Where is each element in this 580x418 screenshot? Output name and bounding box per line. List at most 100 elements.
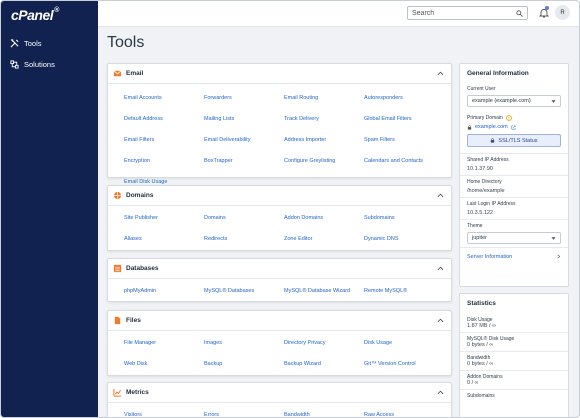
tool-link[interactable]: MySQL® Database Wizard: [284, 280, 364, 301]
tool-link[interactable]: Images: [204, 332, 284, 353]
ssl-button-label: SSL/TLS Status: [498, 137, 538, 144]
primary-domain-label-row: Primary Domain: [467, 115, 561, 121]
chevron-up-icon[interactable]: [437, 265, 444, 272]
tool-link[interactable]: File Manager: [124, 332, 204, 353]
home-directory-value: /home/example: [467, 188, 505, 194]
statistics-panel: Statistics Disk Usage 1.87 MB / ∞ MySQL®…: [459, 293, 569, 417]
tool-link[interactable]: Site Publisher: [124, 207, 204, 228]
sidebar-item-solutions[interactable]: Solutions: [10, 60, 55, 69]
sidebar-item-label: Tools: [24, 39, 42, 48]
tool-link[interactable]: Email Accounts: [124, 87, 204, 108]
tool-link[interactable]: Default Address: [124, 108, 204, 129]
logo-text: cPanel: [11, 7, 54, 23]
section-domains: Domains Site Publisher Domains Addon Dom…: [107, 185, 452, 251]
chevron-up-icon[interactable]: [437, 70, 444, 77]
stat-item: MySQL® Disk Usage 0 bytes / ∞: [460, 332, 568, 351]
tool-link[interactable]: Backup: [204, 353, 284, 374]
sidebar-item-label: Solutions: [24, 60, 55, 69]
server-information-link[interactable]: Server Information: [460, 247, 568, 265]
chevron-up-icon[interactable]: [437, 317, 444, 324]
tool-link[interactable]: Aliases: [124, 228, 204, 249]
section-header[interactable]: Databases: [108, 259, 451, 279]
tool-link[interactable]: Domains: [204, 207, 284, 228]
lock-icon: [467, 124, 472, 130]
chevron-up-icon[interactable]: [437, 389, 444, 396]
tool-link[interactable]: Addon Domains: [284, 207, 364, 228]
tool-link[interactable]: Calendars and Contacts: [364, 150, 454, 171]
caret-down-icon: [551, 99, 556, 103]
section-email: Email Email Accounts Forwarders Email Ro…: [107, 63, 454, 185]
primary-domain-label: Primary Domain: [467, 115, 503, 121]
domains-icon: [113, 191, 122, 200]
tool-link[interactable]: MySQL® Databases: [204, 280, 284, 301]
tool-link[interactable]: Autoresponders: [364, 87, 454, 108]
tool-link[interactable]: Zone Editor: [284, 228, 364, 249]
stat-value: 0 / ∞: [467, 380, 479, 386]
stat-value: 0 bytes / ∞: [467, 342, 494, 348]
home-directory-section: Home Directory /home/example: [460, 175, 568, 197]
caret-down-icon: [551, 236, 556, 240]
sidebar: cPanel® Tools Solutions: [1, 1, 98, 417]
shared-ip-label: Shared IP Address: [467, 157, 509, 163]
tool-link[interactable]: Backup Wizard: [284, 353, 364, 374]
solutions-icon: [10, 60, 19, 69]
section-header[interactable]: Domains: [108, 186, 451, 206]
theme-label: Theme: [467, 223, 483, 229]
section-files: Files File Manager Images Directory Priv…: [107, 310, 452, 376]
last-login-section: Last Login IP Address 10.3.5.122: [460, 197, 568, 219]
tool-link[interactable]: Email Deliverability: [204, 129, 284, 150]
stat-value: 1.87 MB / ∞: [467, 323, 496, 329]
section-header[interactable]: Email: [108, 64, 451, 84]
warning-icon[interactable]: [505, 115, 512, 121]
tool-link[interactable]: Visitors: [124, 404, 204, 418]
search-placeholder: Search: [412, 9, 435, 17]
metrics-icon: [113, 388, 122, 397]
section-title: Domains: [126, 192, 154, 199]
stat-item: Bandwidth 0 bytes / ∞: [460, 351, 568, 370]
tool-link[interactable]: Raw Access: [364, 404, 454, 418]
tool-link[interactable]: phpMyAdmin: [124, 280, 204, 301]
tool-link[interactable]: Disk Usage: [364, 332, 454, 353]
tool-link[interactable]: Bandwidth: [284, 404, 364, 418]
search-icon: [516, 9, 523, 17]
tool-link[interactable]: Track Delivery: [284, 108, 364, 129]
search-input[interactable]: Search: [407, 6, 528, 20]
tool-link[interactable]: Web Disk: [124, 353, 204, 374]
shared-ip-value: 10.1.37.90: [467, 166, 493, 172]
current-user-select[interactable]: example (example.com): [467, 95, 561, 107]
tool-link[interactable]: Address Importer: [284, 129, 364, 150]
tool-link[interactable]: Dynamic DNS: [364, 228, 454, 249]
ssl-tls-status-button[interactable]: SSL/TLS Status: [467, 134, 561, 147]
tool-link[interactable]: BoxTrapper: [204, 150, 284, 171]
tool-link[interactable]: Directory Privacy: [284, 332, 364, 353]
section-metrics: Metrics Visitors Errors Bandwidth Raw Ac…: [107, 382, 454, 418]
tool-link[interactable]: Errors: [204, 404, 284, 418]
tool-link[interactable]: Mailing Lists: [204, 108, 284, 129]
primary-domain-link[interactable]: example.com: [467, 124, 561, 130]
chevron-up-icon[interactable]: [437, 192, 444, 199]
cpanel-logo[interactable]: cPanel®: [11, 7, 59, 23]
app-frame: cPanel® Tools Solutions Search R Tools E…: [0, 0, 580, 418]
general-information-panel: General Information Current User example…: [459, 63, 569, 287]
tool-link[interactable]: Redirects: [204, 228, 284, 249]
tool-link[interactable]: Forwarders: [204, 87, 284, 108]
tool-link[interactable]: Subdomains: [364, 207, 454, 228]
section-header[interactable]: Files: [108, 311, 451, 331]
tool-link[interactable]: Remote MySQL®: [364, 280, 454, 301]
tool-link[interactable]: Global Email Filters: [364, 108, 454, 129]
current-user-value: example (example.com): [472, 98, 531, 104]
avatar[interactable]: R: [555, 5, 570, 20]
tool-link[interactable]: Email Filters: [124, 129, 204, 150]
sidebar-item-tools[interactable]: Tools: [10, 39, 42, 48]
tool-link[interactable]: Spam Filters: [364, 129, 454, 150]
section-header[interactable]: Metrics: [108, 383, 451, 403]
tool-link[interactable]: Email Routing: [284, 87, 364, 108]
tool-link[interactable]: Git™ Version Control: [364, 353, 454, 374]
section-title: Databases: [126, 265, 159, 272]
top-bar: Search: [98, 1, 579, 27]
tool-link[interactable]: Encryption: [124, 150, 204, 171]
stat-value: 0 bytes / ∞: [467, 361, 494, 367]
external-link-icon: [511, 125, 516, 129]
tool-link[interactable]: Configure Greylisting: [284, 150, 364, 171]
theme-select[interactable]: jupiter: [467, 232, 561, 244]
